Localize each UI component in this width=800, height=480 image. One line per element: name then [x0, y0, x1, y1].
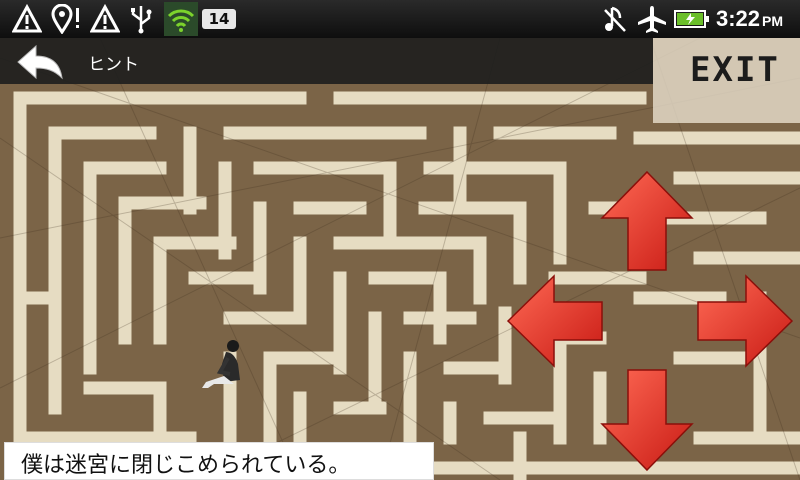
arrow-up-icon[interactable] [600, 170, 694, 272]
arrow-left-icon[interactable] [506, 274, 604, 368]
arrow-down-icon[interactable] [600, 368, 694, 472]
clock-time: 3:22 [716, 6, 761, 31]
message-text: 僕は迷宮に閉じこめられている。 [21, 453, 351, 478]
wifi-icon [164, 2, 198, 36]
exit-label: EXIT [690, 50, 780, 90]
warning-icon [12, 4, 42, 33]
airplane-icon [638, 6, 666, 33]
message-box: 僕は迷宮に閉じこめられている。 [4, 442, 434, 480]
warning-icon [90, 4, 120, 33]
exit-button[interactable]: EXIT [653, 38, 800, 123]
back-arrow-icon[interactable] [16, 44, 64, 80]
arrow-right-icon[interactable] [696, 274, 794, 368]
header-bar: ヒント [0, 38, 653, 84]
clock-ampm: PM [762, 13, 784, 29]
usb-icon [131, 6, 152, 34]
clock: 3:22 PM [716, 6, 783, 32]
status-bar: 14 3:22 PM [0, 0, 800, 38]
battery-charging-icon [674, 10, 709, 28]
notification-count-badge: 14 [202, 9, 236, 29]
music-muted-icon [604, 6, 626, 32]
player-character [202, 340, 240, 388]
hint-button-label[interactable]: ヒント [88, 50, 139, 75]
location-alert-icon [51, 4, 79, 34]
